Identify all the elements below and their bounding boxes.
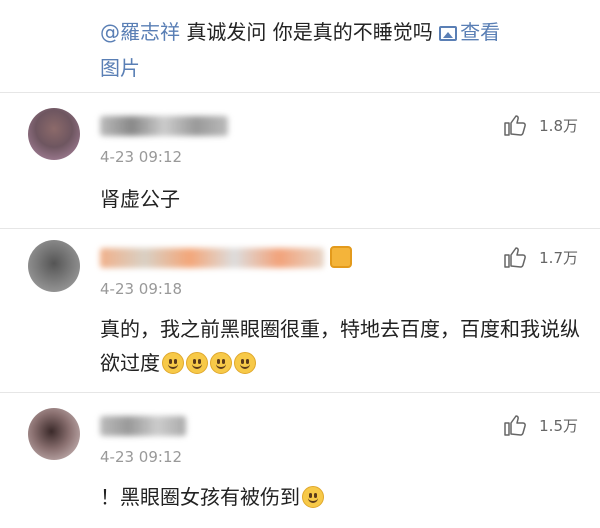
mention-link[interactable]: @羅志祥 (100, 20, 180, 44)
post-body: 真诚发问 你是真的不睡觉吗 (180, 20, 440, 44)
divider (0, 228, 600, 229)
username-blurred[interactable] (100, 248, 324, 268)
smile-emoji-icon (234, 352, 256, 374)
comment-time: 4-23 09:12 (100, 448, 183, 466)
like-button[interactable]: 1.5万 (503, 414, 578, 436)
like-button[interactable]: 1.8万 (503, 114, 578, 136)
comment-time: 4-23 09:12 (100, 148, 183, 166)
divider (0, 392, 600, 393)
like-count: 1.7万 (539, 248, 578, 267)
username-blurred[interactable] (100, 416, 186, 436)
comment-time: 4-23 09:18 (100, 280, 183, 298)
like-count: 1.5万 (539, 416, 578, 435)
image-icon (439, 26, 458, 41)
like-button[interactable]: 1.7万 (503, 246, 578, 268)
avatar[interactable] (28, 240, 80, 292)
vip-badge-icon (330, 246, 352, 268)
post-text: @羅志祥 真诚发问 你是真的不睡觉吗 查看 图片 (100, 14, 580, 86)
comment-content: ！黑眼圈女孩有被伤到 (100, 480, 580, 514)
thumbs-up-icon (504, 415, 527, 436)
like-count: 1.8万 (539, 116, 578, 135)
avatar[interactable] (28, 408, 80, 460)
username-blurred[interactable] (100, 116, 228, 136)
comment-content: 肾虚公子 (100, 187, 180, 211)
comment-content: 真的，我之前黑眼圈很重，特地去百度，百度和我说纵欲过度 (100, 317, 580, 375)
avatar[interactable] (28, 108, 80, 160)
divider (0, 92, 600, 93)
smile-emoji-icon (162, 352, 184, 374)
thumbs-up-icon (504, 247, 527, 268)
smile-emoji-icon (186, 352, 208, 374)
thumbs-up-icon (504, 115, 527, 136)
laugh-emoji-icon (302, 486, 324, 508)
smile-emoji-icon (210, 352, 232, 374)
